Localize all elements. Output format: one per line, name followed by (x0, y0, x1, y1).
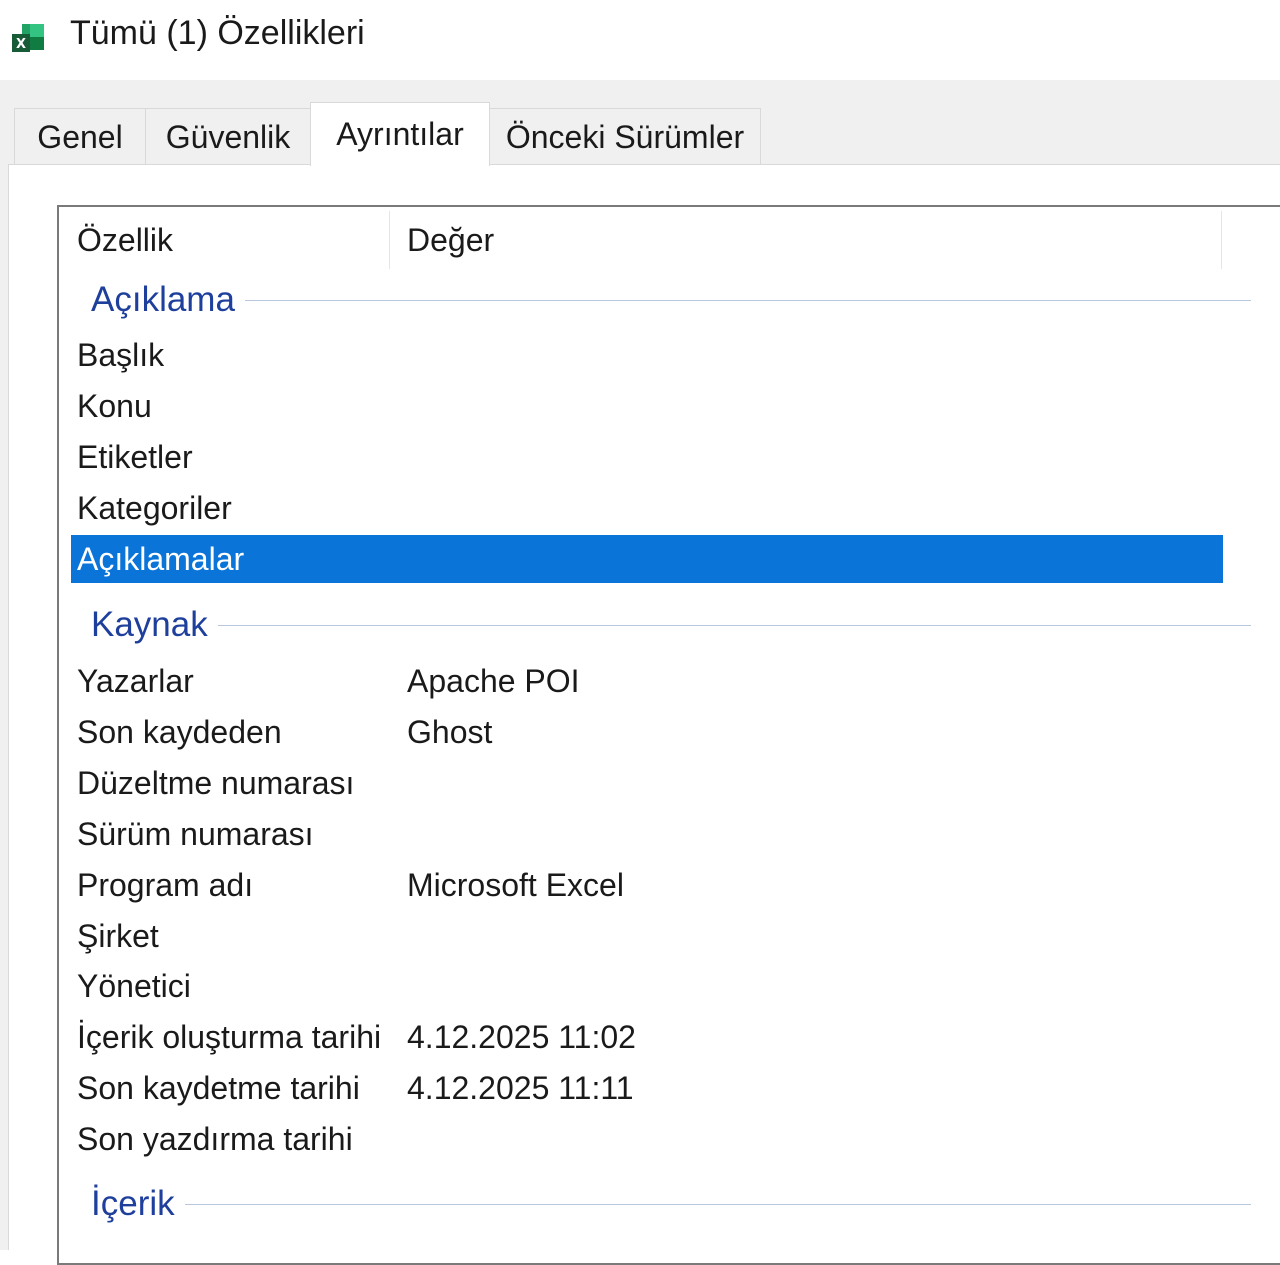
property-name: Etiketler (77, 439, 193, 475)
group-description: Açıklama (71, 275, 1251, 325)
property-name: Şirket (77, 918, 159, 954)
list-item[interactable]: İçerik oluşturma tarihi 4.12.2025 11:02 (71, 1013, 1223, 1061)
list-item[interactable]: Düzeltme numarası (71, 759, 1223, 807)
tab-details[interactable]: Ayrıntılar (310, 102, 490, 166)
group-content: İçerik (71, 1179, 1251, 1229)
property-value: Apache POI (407, 663, 580, 699)
property-name: Sürüm numarası (77, 816, 314, 852)
property-name: Düzeltme numarası (77, 765, 355, 801)
tab-general[interactable]: Genel (14, 108, 146, 164)
property-value: 4.12.2025 11:02 (407, 1019, 636, 1055)
window-title: Tümü (1) Özellikleri (70, 14, 365, 52)
property-name: Son kaydeden (77, 714, 282, 750)
property-name: Son kaydetme tarihi (77, 1070, 360, 1106)
title-bar: X Tümü (1) Özellikleri (0, 0, 1280, 80)
column-divider[interactable] (389, 211, 390, 269)
group-origin: Kaynak (71, 600, 1251, 650)
group-divider (91, 625, 1251, 626)
excel-file-icon: X (12, 24, 44, 52)
svg-text:X: X (16, 37, 26, 52)
property-name: İçerik oluşturma tarihi (77, 1019, 382, 1055)
list-item[interactable]: Başlık (71, 331, 1223, 379)
list-item[interactable]: Konu (71, 382, 1223, 430)
property-name: Yazarlar (77, 663, 194, 699)
tab-strip: Genel Güvenlik Ayrıntılar Önceki Sürümle… (14, 102, 1280, 166)
list-item[interactable]: Yönetici (71, 962, 1223, 1010)
group-heading: Kaynak (91, 600, 218, 650)
list-item[interactable]: Kategoriler (71, 484, 1223, 532)
property-name: Program adı (77, 867, 254, 903)
tab-previous-versions[interactable]: Önceki Sürümler (489, 108, 761, 164)
list-item[interactable]: Yazarlar Apache POI (71, 657, 1223, 705)
column-divider[interactable] (1221, 211, 1222, 269)
property-name: Konu (77, 388, 152, 424)
property-value: Ghost (407, 714, 493, 750)
group-heading: İçerik (91, 1179, 185, 1229)
list-header: Özellik Değer (59, 207, 1280, 271)
tab-security[interactable]: Güvenlik (145, 108, 311, 164)
list-item[interactable]: Son kaydetme tarihi 4.12.2025 11:11 (71, 1064, 1223, 1112)
property-name: Başlık (77, 337, 165, 373)
column-header-value[interactable]: Değer (407, 207, 1207, 271)
list-item-selected[interactable]: Açıklamalar (71, 535, 1223, 583)
group-divider (91, 1204, 1251, 1205)
list-item[interactable]: Program adı Microsoft Excel (71, 861, 1223, 909)
property-value: 4.12.2025 11:11 (407, 1070, 634, 1106)
property-name: Açıklamalar (77, 541, 245, 577)
list-item[interactable]: Son yazdırma tarihi (71, 1115, 1223, 1163)
details-list[interactable]: Özellik Değer Açıklama Başlık Konu Etike… (57, 205, 1280, 1265)
list-item[interactable]: Son kaydeden Ghost (71, 708, 1223, 756)
property-name: Kategoriler (77, 490, 232, 526)
property-value: Microsoft Excel (407, 867, 624, 903)
details-panel: Özellik Değer Açıklama Başlık Konu Etike… (8, 164, 1280, 1265)
list-item[interactable]: Sürüm numarası (71, 810, 1223, 858)
properties-dialog: Genel Güvenlik Ayrıntılar Önceki Sürümle… (0, 80, 1280, 1265)
property-name: Son yazdırma tarihi (77, 1121, 353, 1157)
property-name: Yönetici (77, 968, 191, 1004)
list-item[interactable]: Etiketler (71, 433, 1223, 481)
column-header-property[interactable]: Özellik (77, 207, 387, 271)
list-item[interactable]: Şirket (71, 912, 1223, 960)
group-heading: Açıklama (91, 275, 245, 325)
group-divider (91, 300, 1251, 301)
